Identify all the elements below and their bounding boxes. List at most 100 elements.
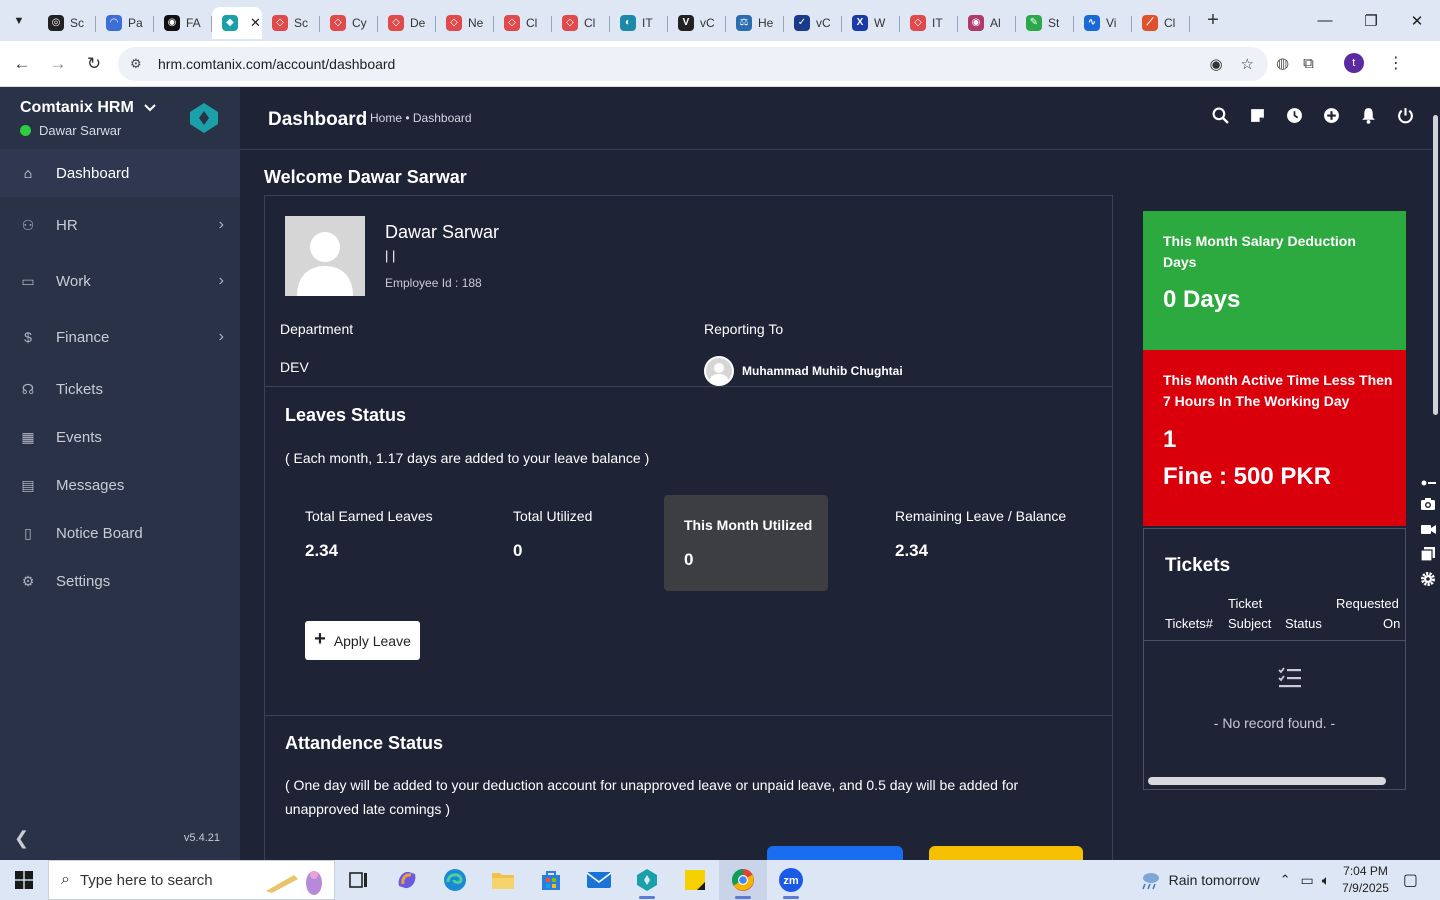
apply-leave-button[interactable]: + Apply Leave	[305, 621, 420, 660]
tab-title: Cl	[1164, 15, 1176, 30]
gear-icon[interactable]	[1420, 571, 1436, 587]
show-hidden-icons-chevron-icon[interactable]: ⌃	[1280, 872, 1291, 888]
copilot-icon[interactable]	[383, 860, 431, 900]
browser-tab[interactable]: ⟋ Cl	[1132, 7, 1190, 39]
link-icon[interactable]	[1420, 479, 1436, 487]
sidebar-item-notice-board[interactable]: ▯ Notice Board	[0, 509, 240, 557]
back-icon[interactable]: ←	[4, 46, 40, 82]
taskbar-search-box[interactable]: ⌕ Type here to search	[48, 860, 335, 900]
browser-tab[interactable]: XW	[842, 7, 900, 39]
browser-tab[interactable]: ◆ ✕	[212, 6, 262, 39]
sidebar-item-settings[interactable]: ⚙ Settings	[0, 557, 240, 605]
weather-widget[interactable]: Rain tomorrow	[1139, 869, 1260, 891]
add-circle-icon[interactable]	[1323, 107, 1340, 124]
sticky-notes-icon[interactable]	[671, 860, 719, 900]
employee-avatar	[285, 216, 365, 296]
microsoft-store-icon[interactable]	[527, 860, 575, 900]
power-icon[interactable]	[1397, 107, 1414, 124]
minimize-icon[interactable]: —	[1302, 0, 1348, 41]
chrome-browser-icon[interactable]	[719, 860, 767, 900]
notification-center-icon[interactable]: ▢	[1403, 870, 1418, 890]
page-scrollbar[interactable]	[1432, 87, 1440, 860]
url-text[interactable]: hrm.comtanix.com/account/dashboard	[158, 56, 395, 72]
translate-icon[interactable]: ◍	[1276, 54, 1289, 72]
restore-icon[interactable]: ❐	[1348, 0, 1394, 41]
sidebar-item-messages[interactable]: ▤ Messages	[0, 461, 240, 509]
zoom-app-icon[interactable]: zm	[767, 860, 815, 900]
sticky-note-icon[interactable]	[1249, 107, 1266, 124]
browser-tab[interactable]: ◐ IT	[610, 7, 668, 39]
requested-on-header-line1[interactable]: Requested	[1336, 594, 1399, 614]
browser-tab[interactable]: ✓ vC	[784, 7, 842, 39]
taskbar-clock[interactable]: 7:04 PM 7/9/2025	[1342, 863, 1389, 897]
browser-tab[interactable]: ◉ FA	[154, 7, 212, 39]
browser-tab[interactable]: ◇ IT	[900, 7, 958, 39]
sidebar-item-events[interactable]: ▦ Events	[0, 413, 240, 461]
tickets-card: Tickets Tickets# Ticket Subject Status R…	[1143, 528, 1406, 790]
window-close-icon[interactable]: ✕	[1394, 0, 1440, 41]
tab-favicon-icon: ◇	[504, 14, 520, 31]
bookmark-star-icon[interactable]: ☆	[1241, 55, 1254, 73]
tickets-number-header[interactable]: Tickets#	[1165, 614, 1213, 634]
clock-icon[interactable]	[1286, 107, 1303, 124]
site-info-icon[interactable]: ⚙	[130, 56, 150, 72]
bell-icon[interactable]	[1360, 107, 1377, 124]
search-icon[interactable]	[1212, 107, 1229, 124]
brand-switcher[interactable]: Comtanix HRM	[20, 99, 156, 117]
browser-tab[interactable]: ◉ Al	[958, 7, 1016, 39]
ticket-subject-header-line2[interactable]: Subject	[1228, 614, 1271, 634]
volume-icon[interactable]: 🔈︎	[1322, 872, 1330, 889]
sidebar-item-hr[interactable]: ⚇ HR ›	[0, 197, 240, 253]
browser-tab[interactable]: ◇ Cl	[552, 7, 610, 39]
ticket-subject-header-line1[interactable]: Ticket	[1228, 594, 1262, 614]
url-omnibox[interactable]: ⚙ hrm.comtanix.com/account/dashboard ◉ ☆	[118, 47, 1268, 81]
section-divider	[265, 386, 1112, 387]
brand-name: Comtanix HRM	[20, 99, 134, 116]
breadcrumb[interactable]: Home • Dashboard	[370, 111, 472, 125]
browser-tab[interactable]: ◇ Ne	[436, 7, 494, 39]
copy-window-icon[interactable]	[1420, 546, 1436, 562]
sidebar-item-dashboard[interactable]: ⌂ Dashboard	[0, 149, 240, 197]
video-camera-icon[interactable]	[1420, 521, 1436, 537]
network-icon[interactable]: ▭	[1301, 872, 1314, 889]
file-explorer-icon[interactable]	[479, 860, 527, 900]
current-user: Dawar Sarwar	[20, 123, 156, 138]
profile-avatar[interactable]: t	[1343, 53, 1364, 73]
browser-tab[interactable]: ◠ Pa	[96, 7, 154, 39]
ticket-status-header[interactable]: Status	[1285, 614, 1322, 634]
edge-browser-icon[interactable]	[431, 860, 479, 900]
browser-tab[interactable]: ⚖ He	[726, 7, 784, 39]
browser-tab[interactable]: ◇ Sc	[262, 7, 320, 39]
reload-icon[interactable]: ↻	[76, 46, 112, 82]
tickets-horizontal-scrollbar[interactable]	[1148, 777, 1386, 785]
browser-menu-icon[interactable]: ⋮	[1388, 53, 1404, 73]
page-scrollbar-thumb[interactable]	[1433, 115, 1438, 415]
windows-start-button[interactable]	[0, 860, 48, 900]
tab-search-chevron-icon[interactable]: ▼	[6, 8, 32, 34]
browser-tab[interactable]: VvC	[668, 7, 726, 39]
reporting-to-name[interactable]: Muhammad Muhib Chughtai	[742, 364, 903, 378]
camera-icon[interactable]	[1420, 496, 1436, 512]
extensions-puzzle-icon[interactable]: ⧉	[1303, 55, 1314, 72]
requested-on-header-line2[interactable]: On	[1383, 614, 1400, 634]
comtanix-app-icon[interactable]	[623, 860, 671, 900]
new-tab-button[interactable]: +	[1198, 6, 1228, 36]
browser-tab[interactable]: ✎ St	[1016, 7, 1074, 39]
sidebar-item-finance[interactable]: $ Finance ›	[0, 309, 240, 365]
salary-deduction-title: This Month Salary Deduction Days	[1163, 233, 1356, 270]
tracking-off-icon[interactable]: ◉	[1209, 55, 1222, 73]
message-icon: ▤	[21, 476, 35, 493]
task-view-icon[interactable]	[335, 860, 383, 900]
sidebar-item-tickets[interactable]: ☊ Tickets	[0, 365, 240, 413]
browser-tab[interactable]: ◇ De	[378, 7, 436, 39]
browser-tab[interactable]: ◇ Cy	[320, 7, 378, 39]
forward-icon[interactable]: →	[40, 46, 76, 82]
collapse-sidebar-icon[interactable]: ❮	[14, 828, 29, 849]
mail-icon[interactable]	[575, 860, 623, 900]
browser-tab[interactable]: ◎ Sc	[38, 7, 96, 39]
browser-tab[interactable]: ◇ Cl	[494, 7, 552, 39]
tab-close-icon[interactable]: ✕	[250, 15, 261, 31]
browser-tab[interactable]: ∿ Vi	[1074, 7, 1132, 39]
manager-avatar	[704, 356, 734, 386]
sidebar-item-work[interactable]: ▭ Work ›	[0, 253, 240, 309]
